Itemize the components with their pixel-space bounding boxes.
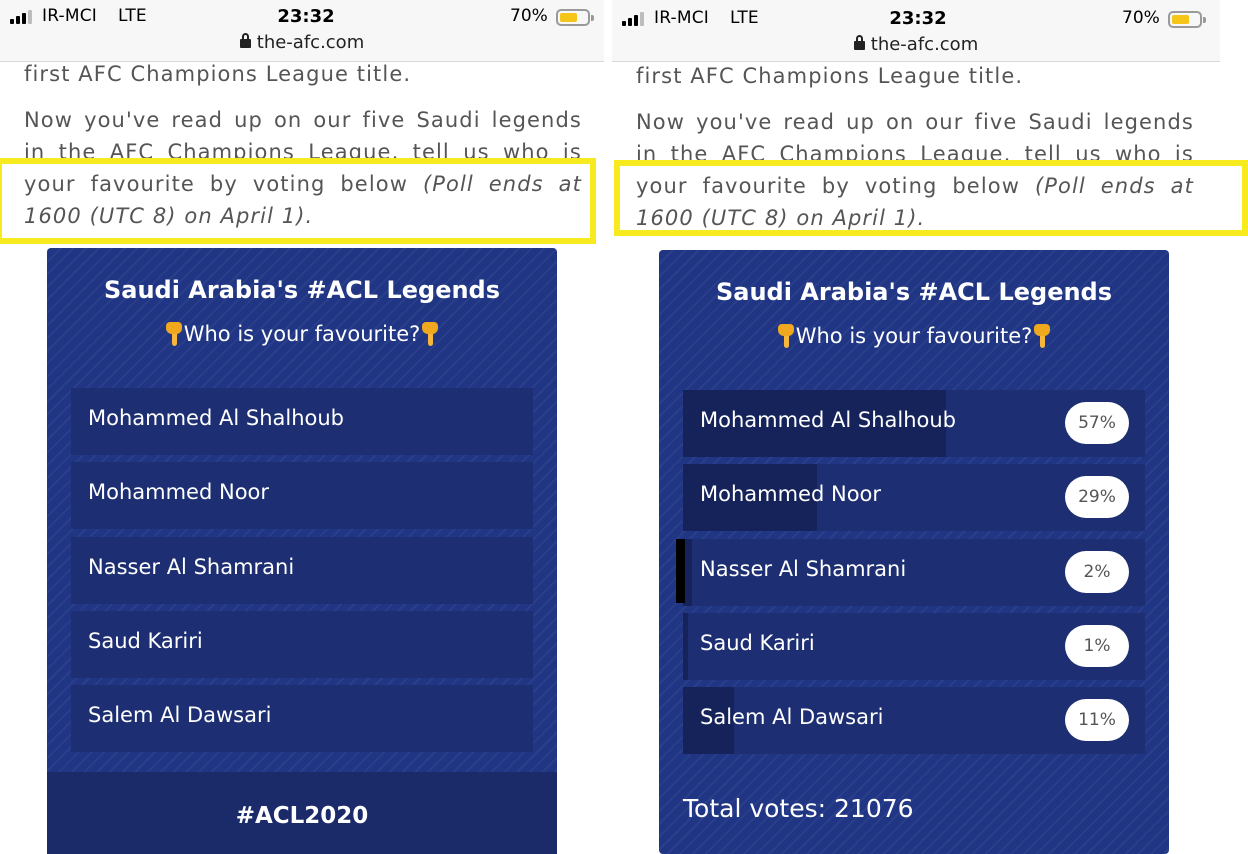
poll-result: Mohammed Noor 29% (683, 464, 1145, 531)
option-label: Mohammed Al Shalhoub (700, 408, 956, 432)
article-word: Now (24, 108, 74, 132)
article-line-2: Now you've read up on our five Saudi legends (24, 108, 582, 132)
pointing-down-icon (777, 324, 794, 348)
poll-option[interactable]: Saud Kariri (71, 611, 533, 678)
poll-result: Mohammed Al Shalhoub 57% (683, 390, 1145, 457)
percent-badge: 1% (1065, 625, 1129, 667)
article-word: our (313, 108, 352, 132)
address-bar[interactable]: the-afc.com (612, 34, 1220, 58)
poll-hashtag: #ACL2020 (235, 803, 369, 829)
right-screenshot: IR-MCI LTE 23:32 70% the-afc.com first A… (612, 0, 1248, 854)
highlight-box (614, 160, 1248, 236)
url-text: the-afc.com (870, 34, 979, 55)
option-label: Nasser Al Shamrani (700, 557, 907, 581)
battery-level-fill (1172, 15, 1189, 24)
result-tick-marker (676, 539, 685, 603)
poll-results-card: Saudi Arabia's #ACL Legends Who is your … (659, 250, 1169, 854)
pointing-down-icon (1034, 324, 1051, 348)
article-word: five (974, 110, 1018, 134)
percent-badge: 11% (1065, 699, 1129, 741)
clock: 23:32 (889, 8, 947, 29)
poll-option[interactable]: Mohammed Noor (71, 462, 533, 529)
battery-icon (1168, 11, 1206, 28)
lock-icon (239, 33, 251, 48)
url-text: the-afc.com (256, 32, 365, 53)
option-label: Nasser Al Shamrani (88, 555, 295, 579)
option-label: Saud Kariri (88, 629, 203, 653)
poll-option[interactable]: Nasser Al Shamrani (71, 537, 533, 604)
article-word: you've (84, 108, 161, 132)
signal-strength-icon (10, 10, 32, 24)
option-label: Salem Al Dawsari (88, 703, 272, 727)
poll-title: Saudi Arabia's #ACL Legends (715, 278, 1113, 306)
article-word: Now (636, 110, 686, 134)
lock-icon (853, 35, 865, 50)
option-label: Mohammed Noor (88, 480, 270, 504)
option-label: Salem Al Dawsari (700, 705, 884, 729)
poll-option[interactable]: Salem Al Dawsari (71, 685, 533, 752)
battery-percent: 70% (510, 6, 548, 26)
highlight-box (0, 158, 596, 244)
poll-card: Saudi Arabia's #ACL Legends Who is your … (47, 248, 557, 854)
article-line-1: first AFC Champions League title. (636, 64, 1024, 88)
network-type: LTE (730, 8, 759, 28)
battery-percent: 70% (1122, 8, 1160, 28)
article-word: read (171, 108, 224, 132)
option-label: Mohammed Noor (700, 482, 882, 506)
poll-option[interactable]: Mohammed Al Shalhoub (71, 388, 533, 455)
percent-badge: 29% (1065, 476, 1129, 518)
poll-result: Saud Kariri 1% (683, 613, 1145, 680)
article-word: on (885, 110, 915, 134)
carrier-name: IR-MCI (42, 6, 98, 26)
article-line-1: first AFC Champions League title. (24, 62, 412, 86)
percent-badge: 2% (1065, 551, 1129, 593)
article-word: you've (696, 110, 773, 134)
poll-title: Saudi Arabia's #ACL Legends (103, 276, 501, 304)
poll-result: Nasser Al Shamrani 2% (683, 539, 1145, 606)
status-bar: IR-MCI LTE 23:32 70% the-afc.com (0, 0, 604, 62)
address-bar[interactable]: the-afc.com (0, 32, 604, 56)
poll-subtitle: Who is your favourite? (47, 322, 557, 346)
option-label: Saud Kariri (700, 631, 815, 655)
article-word: legends (1103, 110, 1194, 134)
option-label: Mohammed Al Shalhoub (88, 406, 344, 430)
signal-strength-icon (622, 12, 644, 26)
left-screenshot: IR-MCI LTE 23:32 70% the-afc.com first A… (0, 0, 604, 854)
clock: 23:32 (277, 6, 335, 27)
status-bar: IR-MCI LTE 23:32 70% the-afc.com (612, 0, 1220, 62)
battery-icon (556, 9, 594, 26)
poll-subtitle: Who is your favourite? (659, 324, 1169, 348)
network-type: LTE (118, 6, 147, 26)
article-word: legends (491, 108, 582, 132)
article-word: our (925, 110, 964, 134)
article-word: up (234, 108, 263, 132)
total-votes: Total votes: 21076 (683, 794, 914, 823)
carrier-name: IR-MCI (654, 8, 710, 28)
article-word: read (783, 110, 836, 134)
pointing-down-icon (422, 322, 439, 346)
percent-badge: 57% (1065, 402, 1129, 444)
article-word: five (362, 108, 406, 132)
article-word: Saudi (416, 108, 481, 132)
article-word: up (846, 110, 875, 134)
article-line-2: Now you've read up on our five Saudi legends (636, 110, 1194, 134)
battery-level-fill (560, 13, 577, 22)
article-word: Saudi (1028, 110, 1093, 134)
result-bar (683, 613, 688, 680)
article-word: on (273, 108, 303, 132)
pointing-down-icon (165, 322, 182, 346)
poll-result: Salem Al Dawsari 11% (683, 687, 1145, 754)
